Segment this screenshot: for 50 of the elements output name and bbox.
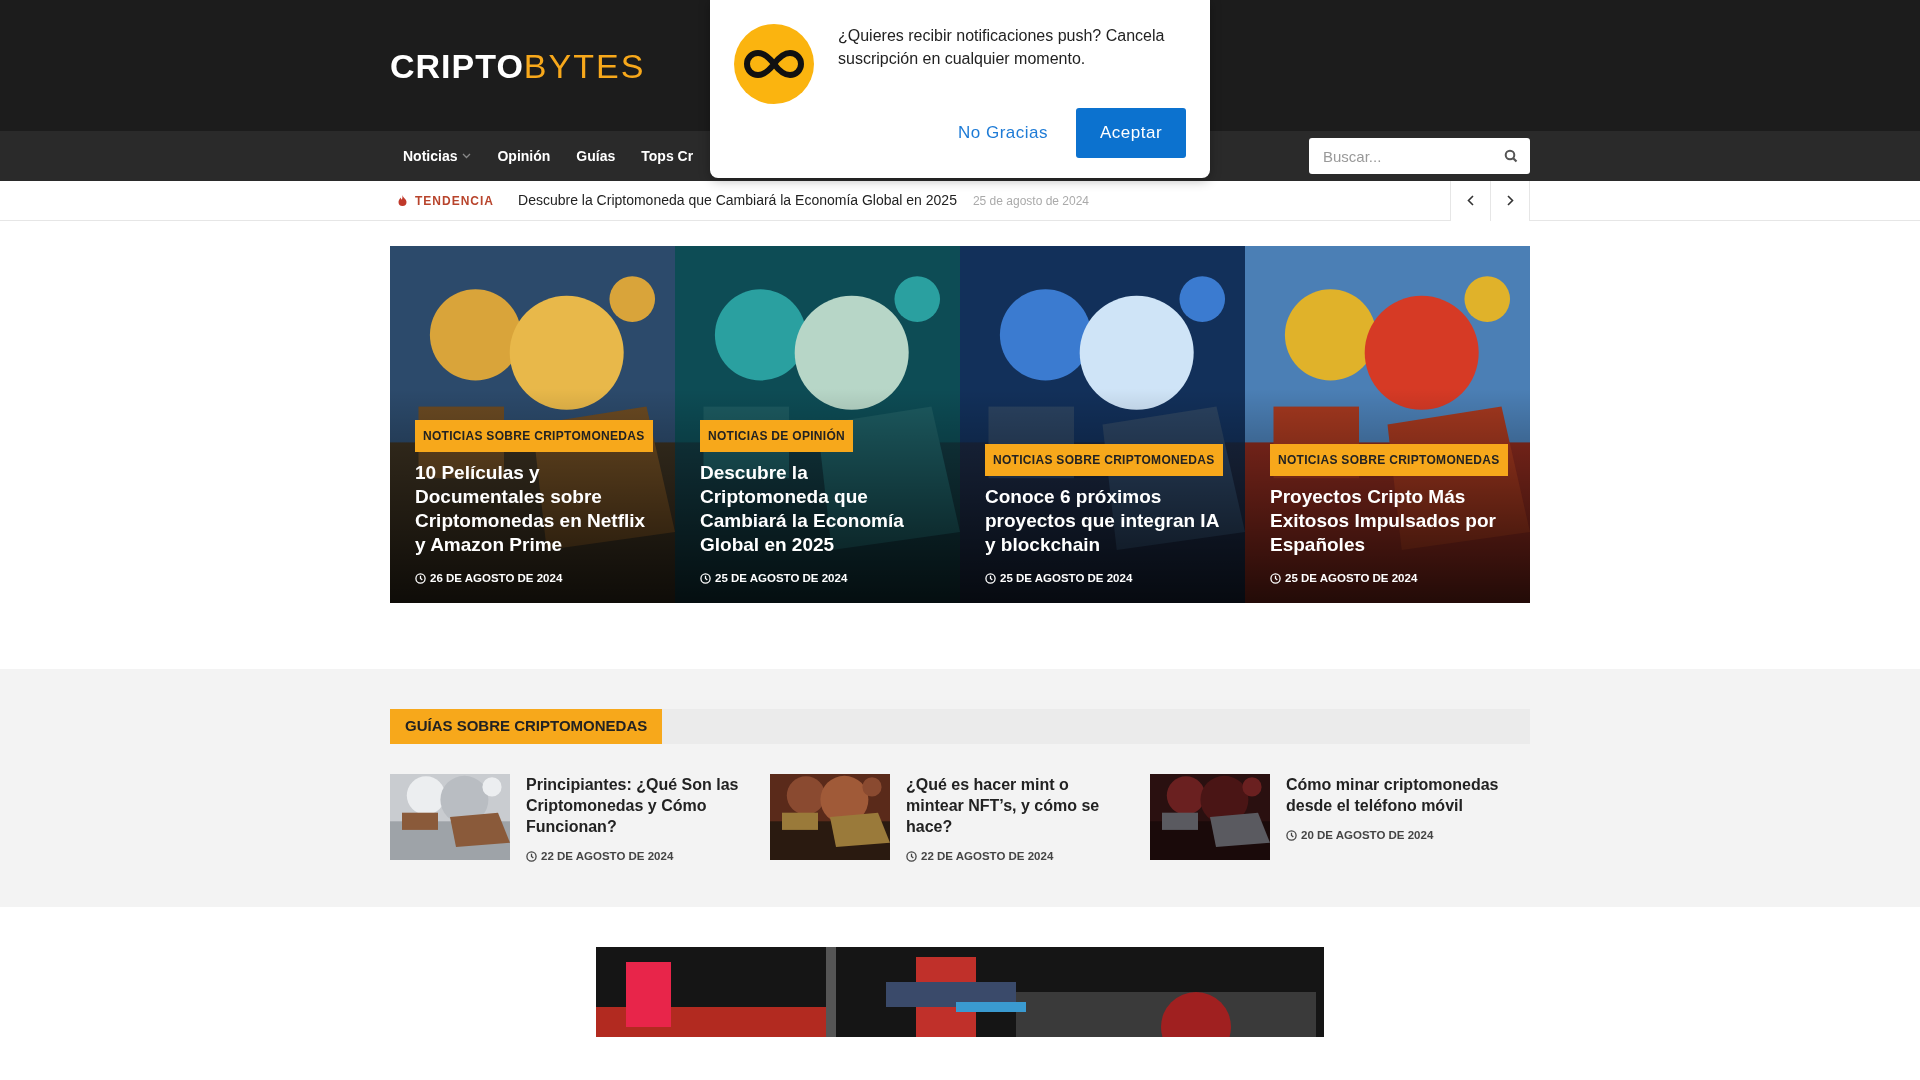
section-heading: GUÍAS SOBRE CRIPTOMONEDAS — [390, 709, 663, 744]
decline-button[interactable]: No Gracias — [929, 108, 1076, 158]
category-tag[interactable]: NOTICIAS SOBRE CRIPTOMONEDAS — [985, 444, 1223, 476]
date-text: 25 DE AGOSTO DE 2024 — [985, 569, 1133, 588]
clock-icon — [906, 851, 917, 862]
clock-icon — [1286, 830, 1297, 841]
next-button[interactable] — [1490, 180, 1530, 221]
article-title[interactable]: ¿Qué es hacer mint o mintear NFT’s, y cómo se hace? — [906, 774, 1125, 837]
date-text: 25 de agosto de 2024 — [972, 192, 1090, 210]
article-title[interactable]: Proyectos Cripto Más Exitosos Impulsados por Españoles — [1270, 485, 1510, 557]
clock-icon — [985, 573, 996, 584]
article-title[interactable]: Principiantes: ¿Qué Son las Criptomonedas y Cómo Funcionan? — [526, 774, 745, 837]
article-title[interactable]: Cómo minar criptomonedas desde el teléfono móvil — [1286, 774, 1505, 816]
date-text: 26 DE AGOSTO DE 2024 — [415, 569, 563, 588]
date-text: 25 DE AGOSTO DE 2024 — [1270, 569, 1418, 588]
article-title[interactable]: Conoce 6 próximos proyectos que integran IA y blockchain — [985, 485, 1225, 557]
date-text: 22 DE AGOSTO DE 2024 — [526, 847, 674, 866]
category-tag[interactable]: NOTICIAS SOBRE CRIPTOMONEDAS — [415, 420, 653, 452]
clock-icon — [1270, 573, 1281, 584]
article-card[interactable]: NOTICIAS DE OPINIÓN Descubre la Criptomoneda que Cambiará la Economía Global en 2025 25 DE AGOSTO DE 2024 — [675, 246, 960, 603]
flame-icon — [398, 195, 407, 206]
headline-link[interactable]: Descubre la Criptomoneda que Cambiará la Economía Global en 2025 — [518, 190, 957, 211]
notification-message: ¿Quieres recibir notificaciones push? Cancela suscripción en cualquier momento. — [838, 26, 1166, 70]
logo-text: BYTES — [523, 48, 646, 83]
chevron-left-icon — [1467, 195, 1474, 206]
date-text: 22 DE AGOSTO DE 2024 — [906, 847, 1054, 866]
logo-text: CRIPTO — [390, 48, 524, 83]
clock-icon — [415, 573, 426, 584]
nav-link[interactable]: Tops Cr — [628, 131, 707, 181]
nav-link[interactable]: Noticias — [390, 131, 485, 181]
nav-link[interactable]: Guías — [563, 131, 629, 181]
clock-icon — [700, 573, 711, 584]
article-title[interactable]: 10 Películas y Documentales sobre Criptomonedas en Netflix y Amazon Prime — [415, 461, 655, 557]
search-field[interactable]: Buscar... — [1309, 138, 1530, 174]
article-card[interactable]: NOTICIAS SOBRE CRIPTOMONEDAS 10 Películas y Documentales sobre Criptomonedas en Netflix y Amazon Prime 26 DE AGOSTO DE 2024 — [390, 246, 675, 603]
date-text: 20 DE AGOSTO DE 2024 — [1286, 826, 1434, 845]
previous-button[interactable] — [1450, 180, 1490, 221]
clock-icon — [526, 851, 537, 862]
article-card[interactable]: NOTICIAS SOBRE CRIPTOMONEDAS Conoce 6 próximos proyectos que integran IA y blockchain 25 DE AGOSTO DE 2024 — [960, 246, 1245, 603]
category-tag[interactable]: NOTICIAS DE OPINIÓN — [700, 420, 854, 452]
category-tag[interactable]: NOTICIAS SOBRE CRIPTOMONEDAS — [1270, 444, 1508, 476]
search-icon[interactable] — [1504, 149, 1518, 163]
date-text: 25 DE AGOSTO DE 2024 — [700, 569, 848, 588]
infinity-logo-icon — [734, 24, 814, 104]
accept-button[interactable]: Aceptar — [1076, 108, 1186, 158]
article-title[interactable]: Descubre la Criptomoneda que Cambiará la Economía Global en 2025 — [700, 461, 940, 557]
trending-label: TENDENCIA — [415, 192, 494, 210]
nav-link[interactable]: Opinión — [484, 131, 564, 181]
article-card[interactable]: NOTICIAS SOBRE CRIPTOMONEDAS Proyectos Cripto Más Exitosos Impulsados por Españoles 25 DE AGOSTO DE 2024 — [1245, 246, 1530, 603]
chevron-right-icon — [1506, 195, 1514, 206]
